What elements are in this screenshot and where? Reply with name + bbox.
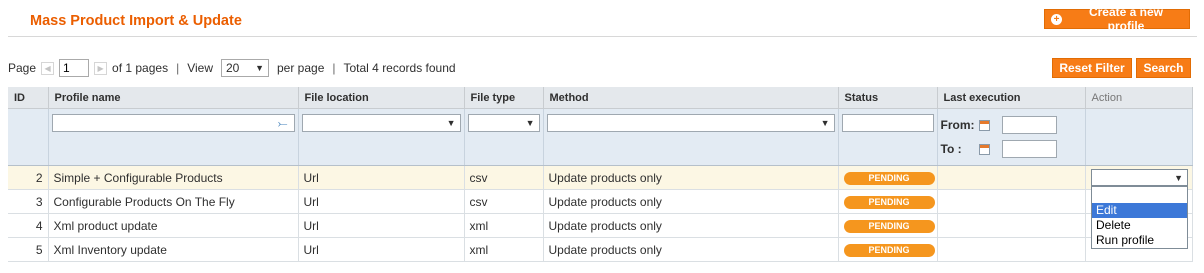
calendar-icon[interactable] bbox=[978, 143, 990, 155]
caret-down-icon: ▼ bbox=[820, 118, 830, 128]
profiles-grid: ID Profile name File location File type … bbox=[8, 87, 1193, 262]
view-label: View bbox=[187, 61, 213, 75]
row-file-type: xml bbox=[464, 237, 544, 262]
search-button[interactable]: Search bbox=[1136, 58, 1191, 78]
prev-page-icon[interactable]: ◀ bbox=[41, 61, 55, 75]
page-label: Page bbox=[8, 61, 37, 75]
next-page-icon[interactable]: ▶ bbox=[94, 61, 108, 75]
row-file-location: Url bbox=[298, 189, 465, 214]
table-row: 3 Configurable Products On The Fly Url c… bbox=[8, 189, 1193, 214]
column-header-last-execution[interactable]: Last execution bbox=[937, 87, 1086, 109]
row-file-type: xml bbox=[464, 213, 544, 238]
row-file-type: csv bbox=[464, 165, 544, 190]
caret-down-icon: ▼ bbox=[255, 63, 264, 73]
title-divider bbox=[8, 36, 1197, 37]
magic-wand-icon: ⤚ bbox=[277, 116, 288, 130]
pager-separator: | bbox=[176, 61, 180, 75]
row-file-location: Url bbox=[298, 165, 465, 190]
row-id: 5 bbox=[8, 237, 49, 262]
file-location-filter-select[interactable]: ▼ bbox=[301, 114, 461, 132]
table-row: 5 Xml Inventory update Url xml Update pr… bbox=[8, 237, 1193, 262]
row-profile-name: Configurable Products On The Fly bbox=[48, 189, 299, 214]
row-file-location: Url bbox=[298, 213, 465, 238]
row-profile-name: Xml product update bbox=[48, 213, 299, 238]
from-label: From: bbox=[940, 118, 975, 132]
per-page-value: 20 bbox=[226, 61, 240, 75]
column-header-method[interactable]: Method bbox=[543, 87, 839, 109]
action-option-edit[interactable]: Edit bbox=[1092, 203, 1187, 218]
caret-down-icon: ▼ bbox=[525, 118, 535, 128]
total-records: Total 4 records found bbox=[343, 61, 456, 75]
action-option-run-profile[interactable]: Run profile bbox=[1092, 233, 1187, 248]
method-filter-select[interactable]: ▼ bbox=[546, 114, 835, 132]
filter-cell-action bbox=[1085, 108, 1193, 166]
action-option-delete[interactable]: Delete bbox=[1092, 218, 1187, 233]
reset-filter-button[interactable]: Reset Filter bbox=[1052, 58, 1132, 78]
page-number-input[interactable] bbox=[59, 59, 90, 77]
file-type-filter-select[interactable]: ▼ bbox=[467, 114, 540, 132]
row-method: Update products only bbox=[543, 189, 839, 214]
column-header-file-type[interactable]: File type bbox=[464, 87, 544, 109]
column-header-action: Action bbox=[1085, 87, 1193, 109]
pager-separator: | bbox=[332, 61, 336, 75]
row-id: 4 bbox=[8, 213, 49, 238]
row-last-execution bbox=[937, 189, 1086, 214]
row-id: 3 bbox=[8, 189, 49, 214]
table-row: 2 Simple + Configurable Products Url csv… bbox=[8, 165, 1193, 190]
status-badge: PENDING bbox=[843, 171, 935, 185]
action-select[interactable]: ▼ bbox=[1091, 169, 1188, 186]
page-title: Mass Product Import & Update bbox=[30, 13, 242, 29]
row-last-execution bbox=[937, 237, 1086, 262]
column-header-id[interactable]: ID bbox=[8, 87, 49, 109]
row-file-location: Url bbox=[298, 237, 465, 262]
of-pages-text: of 1 pages bbox=[112, 61, 169, 75]
plus-circle-icon: + bbox=[1051, 13, 1062, 25]
row-profile-name: Simple + Configurable Products bbox=[48, 165, 299, 190]
column-header-profile-name[interactable]: Profile name bbox=[48, 87, 299, 109]
row-method: Update products only bbox=[543, 213, 839, 238]
create-profile-button[interactable]: + Create a new profile bbox=[1044, 5, 1190, 33]
to-date-input[interactable] bbox=[1001, 140, 1057, 158]
row-file-type: csv bbox=[464, 189, 544, 214]
column-header-status[interactable]: Status bbox=[838, 87, 938, 109]
row-profile-name: Xml Inventory update bbox=[48, 237, 299, 262]
column-header-file-location[interactable]: File location bbox=[298, 87, 465, 109]
per-page-label: per page bbox=[277, 61, 325, 75]
action-dropdown-list: Edit Delete Run profile bbox=[1091, 186, 1188, 249]
per-page-select[interactable]: 20 ▼ bbox=[221, 59, 269, 77]
calendar-icon[interactable] bbox=[978, 119, 990, 131]
profile-name-filter-input[interactable]: ⤚ bbox=[51, 114, 295, 132]
row-id: 2 bbox=[8, 165, 49, 190]
status-badge: PENDING bbox=[843, 219, 935, 233]
from-date-input[interactable] bbox=[1001, 116, 1057, 134]
table-row: 4 Xml product update Url xml Update prod… bbox=[8, 213, 1193, 238]
caret-down-icon: ▼ bbox=[446, 118, 456, 128]
row-last-execution bbox=[937, 165, 1086, 190]
row-last-execution bbox=[937, 213, 1086, 238]
to-label: To : bbox=[940, 142, 962, 156]
row-method: Update products only bbox=[543, 165, 839, 190]
filter-cell-id bbox=[8, 108, 49, 166]
status-badge: PENDING bbox=[843, 195, 935, 209]
create-profile-label: Create a new profile bbox=[1088, 5, 1164, 33]
pager: Page ◀ ▶ of 1 pages | View 20 ▼ per page… bbox=[8, 58, 456, 78]
row-method: Update products only bbox=[543, 237, 839, 262]
status-badge: PENDING bbox=[843, 243, 935, 257]
caret-down-icon: ▼ bbox=[1174, 172, 1183, 183]
filter-row: ⤚ ▼ ▼ ▼ From: To : bbox=[8, 108, 1193, 166]
status-filter-input[interactable] bbox=[841, 114, 934, 132]
